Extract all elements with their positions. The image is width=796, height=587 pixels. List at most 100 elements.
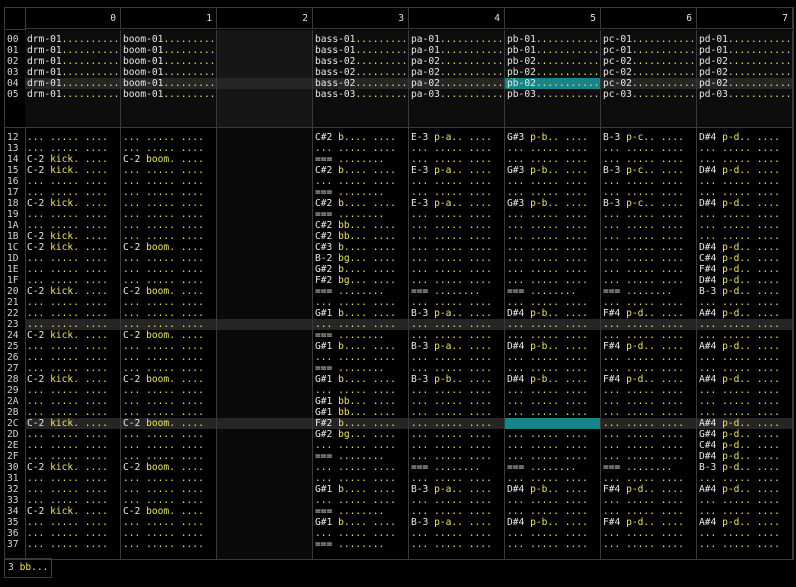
sequence-cell[interactable]: pb-02........... [505,56,600,67]
pattern-cell[interactable] [217,143,312,154]
pattern-cell[interactable]: C#2 bb... .... [313,220,408,231]
pattern-cell[interactable]: F#4 p-d.. .... [601,308,696,319]
pattern-cell[interactable]: ... ..... .... [121,176,216,187]
pattern-cell[interactable]: ... ..... .... [25,385,120,396]
pattern-cell[interactable]: C-2 kick. .... [25,198,120,209]
pattern-cell[interactable]: ... ..... .... [697,495,792,506]
pattern-cell[interactable]: ... ..... .... [409,330,504,341]
sequence-cell[interactable]: boom-01......... [121,56,216,67]
pattern-cell[interactable]: E-3 p-a.. .... [409,198,504,209]
pattern-cell[interactable] [217,209,312,220]
pattern-cell[interactable]: F#4 p-d.. .... [601,374,696,385]
pattern-cell[interactable]: ... ..... .... [505,363,600,374]
sequence-cell[interactable]: bass-02......... [313,78,408,89]
pattern-cell[interactable]: C-2 boom. .... [121,154,216,165]
pattern-cell[interactable]: ... ..... .... [409,264,504,275]
pattern-cell[interactable]: C#2 b.... .... [313,198,408,209]
pattern-cell[interactable]: ... ..... .... [505,319,600,330]
pattern-cell[interactable] [217,517,312,528]
pattern-cell[interactable]: ... ..... .... [121,451,216,462]
channel-column-7[interactable]: pd-01........... pd-01........... pd-02...… [697,30,793,559]
pattern-cell[interactable] [217,440,312,451]
pattern-cell[interactable] [217,374,312,385]
pattern-cell[interactable]: C#2 bb... .... [313,231,408,242]
pattern-cell[interactable]: C#4 p-d.. .... [697,440,792,451]
pattern-cell[interactable]: ... ..... .... [313,319,408,330]
sequence-cell[interactable]: bass-03......... [313,89,408,100]
pattern-cell[interactable] [217,176,312,187]
pattern-cell[interactable]: F#2 bg... .... [313,275,408,286]
pattern-cell[interactable]: ... ..... .... [25,275,120,286]
pattern-cell[interactable]: ... ..... .... [505,264,600,275]
channel-header[interactable]: 1 [121,8,217,29]
pattern-cell[interactable]: ... ..... .... [121,495,216,506]
pattern-cell[interactable]: F#2 b.... .... [313,418,408,429]
pattern-cell[interactable]: ... ..... .... [121,429,216,440]
sequence-cell[interactable]: pb-01........... [505,45,600,56]
pattern-cell[interactable]: ... ..... .... [505,451,600,462]
pattern-cell[interactable]: ... ..... .... [313,385,408,396]
pattern-cell[interactable]: ... ..... .... [601,407,696,418]
pattern-cell[interactable]: B-3 p-a.. .... [409,517,504,528]
pattern-cell[interactable]: ... ..... .... [121,198,216,209]
pattern-cell[interactable]: ... ..... .... [409,242,504,253]
pattern-cell[interactable]: E-3 p-a.. .... [409,165,504,176]
pattern-cell[interactable]: ... ..... .... [505,473,600,484]
sequence-cell[interactable]: pd-01........... [697,45,792,56]
pattern-cell[interactable]: D#4 p-b.. .... [505,341,600,352]
pattern-cell[interactable]: ... ..... .... [409,473,504,484]
pattern-cell[interactable] [217,154,312,165]
pattern-cell[interactable]: ... ..... .... [25,319,120,330]
sequence-cell[interactable] [217,89,312,100]
pattern-cell[interactable]: ... ..... .... [313,495,408,506]
pattern-cell[interactable]: ... ..... .... [121,220,216,231]
pattern-cell[interactable]: ... ..... .... [313,352,408,363]
pattern-cell[interactable]: ... ..... .... [25,297,120,308]
pattern-cell[interactable]: C-2 kick. .... [25,506,120,517]
pattern-cell[interactable]: ... ..... .... [505,220,600,231]
pattern-cell[interactable]: B-3 p-a.. .... [409,341,504,352]
pattern-cell[interactable] [217,407,312,418]
pattern-cell[interactable]: ... ..... .... [505,275,600,286]
pattern-cell[interactable] [217,220,312,231]
pattern-cell[interactable]: ... ..... .... [601,473,696,484]
channel-column-1[interactable]: boom-01......... boom-01......... boom-01.… [121,30,217,559]
pattern-cell[interactable]: ... ..... .... [25,363,120,374]
pattern-cell[interactable]: ... ..... .... [121,539,216,550]
pattern-cell[interactable]: ... ..... .... [25,451,120,462]
pattern-cell[interactable]: ... ..... .... [505,396,600,407]
channel-column-3[interactable]: bass-01......... bass-01......... bass-02.… [313,30,409,559]
pattern-cell[interactable] [217,253,312,264]
pattern-cell[interactable]: ... ..... .... [505,429,600,440]
pattern-cell[interactable]: ... ..... .... [25,176,120,187]
pattern-cell[interactable]: ... ..... .... [409,275,504,286]
pattern-cell[interactable] [217,352,312,363]
pattern-cell[interactable]: ... ..... .... [505,385,600,396]
pattern-cell[interactable]: ... ..... .... [601,143,696,154]
pattern-cell[interactable]: ... ..... .... [505,528,600,539]
pattern-cell[interactable]: ... ..... .... [697,220,792,231]
pattern-cell[interactable] [217,484,312,495]
pattern-cell[interactable]: ... ..... .... [601,363,696,374]
pattern-cell[interactable]: ... ..... .... [505,539,600,550]
pattern-cell[interactable]: ... ..... .... [505,330,600,341]
pattern-cell[interactable]: ... ..... .... [409,429,504,440]
pattern-cell[interactable]: D#4 p-b.. .... [505,374,600,385]
sequence-cell[interactable] [217,67,312,78]
sequence-cell[interactable]: boom-01......... [121,89,216,100]
pattern-cell[interactable]: D#4 p-d.. .... [697,198,792,209]
pattern-cell[interactable]: ... ..... .... [505,176,600,187]
pattern-cell[interactable]: ... ..... .... [601,275,696,286]
pattern-cell[interactable]: === ........ [601,286,696,297]
pattern-cell[interactable]: ... ..... .... [409,418,504,429]
pattern-cell[interactable]: ... ..... .... [409,220,504,231]
pattern-cell[interactable]: ... ..... .... [409,528,504,539]
pattern-cell[interactable]: ... ..... .... [505,495,600,506]
pattern-cell[interactable]: ... ..... .... [601,385,696,396]
pattern-cell[interactable]: ... ..... .... [409,319,504,330]
pattern-cell[interactable]: ... ..... .... [121,187,216,198]
sequence-cell[interactable]: boom-01......... [121,78,216,89]
pattern-cell[interactable]: ... ..... .... [505,352,600,363]
pattern-cell[interactable] [217,396,312,407]
sequence-cell[interactable]: boom-01......... [121,67,216,78]
